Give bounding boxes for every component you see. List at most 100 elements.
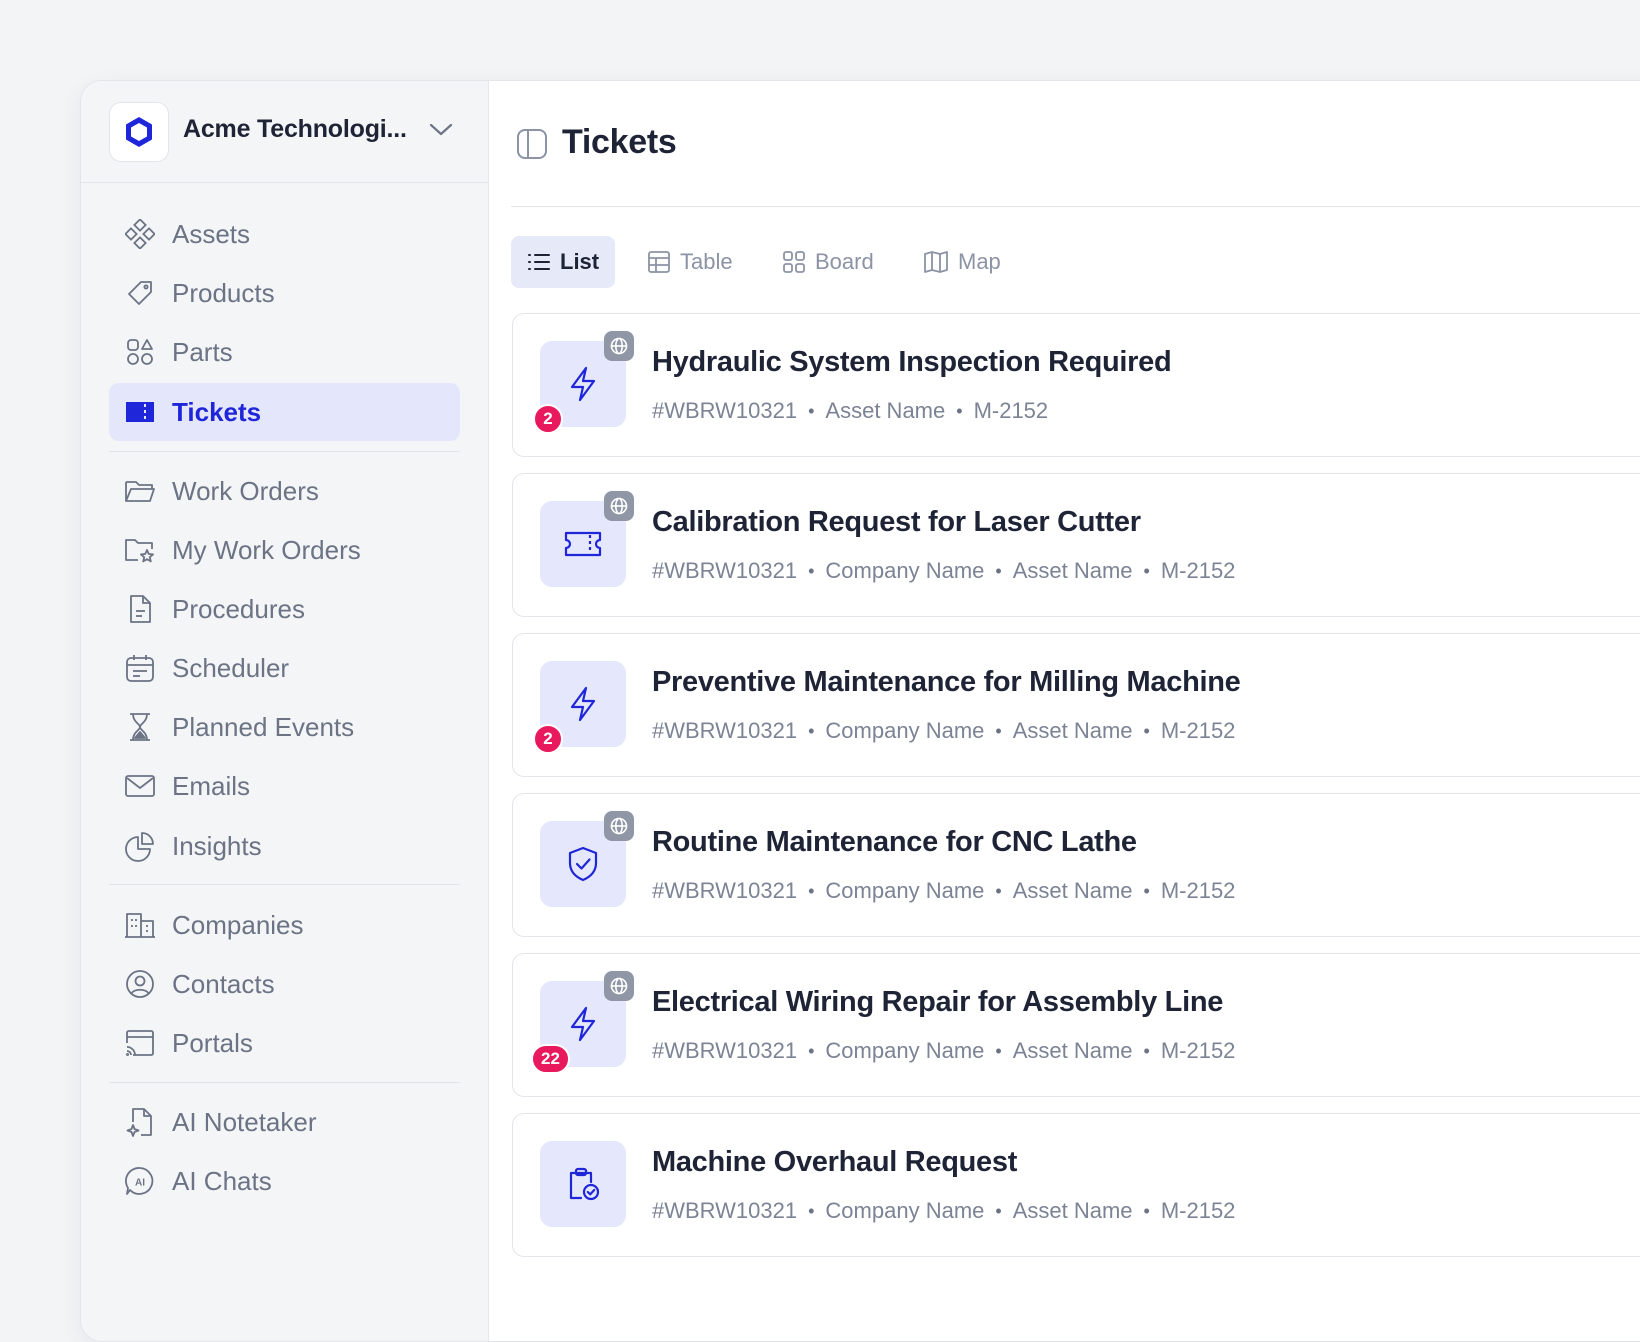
sidebar-item-work-orders[interactable]: Work Orders bbox=[109, 462, 460, 520]
ticket-meta: #WBRW10321 • Company Name • Asset Name • M-215… bbox=[652, 1198, 1235, 1224]
ticket-title[interactable]: Routine Maintenance for CNC Lathe bbox=[652, 826, 1137, 859]
ai-document-icon bbox=[123, 1105, 157, 1139]
sidebar-item-companies[interactable]: Companies bbox=[109, 896, 460, 954]
count-badge: 2 bbox=[533, 404, 563, 434]
sidebar-item-products[interactable]: Products bbox=[109, 264, 460, 322]
ticket-id: #WBRW10321 bbox=[652, 1198, 798, 1223]
org-switcher[interactable]: Acme Technologi... bbox=[81, 81, 488, 183]
page-title: Tickets bbox=[562, 123, 677, 161]
ticket-id: #WBRW10321 bbox=[652, 558, 798, 583]
map-icon bbox=[923, 250, 949, 274]
ticket-code: M-2152 bbox=[973, 398, 1049, 423]
tab-label: Board bbox=[815, 249, 874, 274]
sidebar-item-label: Scheduler bbox=[172, 652, 290, 683]
ticket-id: #WBRW10321 bbox=[652, 398, 798, 423]
sidebar-divider bbox=[109, 1082, 460, 1083]
calendar-icon bbox=[123, 651, 157, 685]
ticket-card[interactable]: 22 Electrical Wiring Repair for Assembly … bbox=[512, 953, 1640, 1097]
sidebar-item-parts[interactable]: Parts bbox=[109, 323, 460, 381]
sidebar-item-label: Contacts bbox=[172, 968, 275, 999]
hourglass-icon bbox=[123, 710, 157, 744]
tab-board[interactable]: Board bbox=[782, 236, 874, 288]
sidebar-toggle-icon[interactable] bbox=[515, 127, 549, 166]
sidebar-item-label: Parts bbox=[172, 336, 233, 367]
count-badge: 2 bbox=[533, 724, 563, 754]
separator-dot: • bbox=[1143, 560, 1150, 581]
sidebar-item-portals[interactable]: Portals bbox=[109, 1014, 460, 1072]
separator-dot: • bbox=[808, 1200, 815, 1221]
ticket-id: #WBRW10321 bbox=[652, 1038, 798, 1063]
tab-map[interactable]: Map bbox=[923, 236, 1001, 288]
list-icon bbox=[527, 251, 551, 273]
folder-star-icon bbox=[123, 533, 157, 567]
sidebar-item-ai-notetaker[interactable]: AI Notetaker bbox=[109, 1093, 460, 1151]
ticket-meta: #WBRW10321 • Company Name • Asset Name • M-215… bbox=[652, 878, 1235, 904]
separator-dot: • bbox=[995, 720, 1002, 741]
sidebar-item-label: AI Notetaker bbox=[172, 1106, 317, 1137]
sidebar-item-contacts[interactable]: Contacts bbox=[109, 955, 460, 1013]
tab-label: Map bbox=[958, 249, 1001, 274]
ticket-title[interactable]: Hydraulic System Inspection Required bbox=[652, 346, 1172, 379]
separator-dot: • bbox=[995, 1040, 1002, 1061]
sidebar-item-ai-chats[interactable]: AI AI Chats bbox=[109, 1152, 460, 1210]
sidebar-item-insights[interactable]: Insights bbox=[109, 817, 460, 875]
separator-dot: • bbox=[808, 560, 815, 581]
clipboard-check-icon bbox=[540, 1141, 626, 1227]
ticket-card[interactable]: 2 Hydraulic System Inspection Required #WB… bbox=[512, 313, 1640, 457]
separator-dot: • bbox=[995, 560, 1002, 581]
ticket-title[interactable]: Preventive Maintenance for Milling Machi… bbox=[652, 666, 1241, 699]
ticket-asset: Asset Name bbox=[825, 398, 946, 423]
tab-label: Table bbox=[680, 249, 733, 274]
ticket-code: M-2152 bbox=[1160, 878, 1236, 903]
globe-icon bbox=[604, 811, 634, 841]
ticket-card[interactable]: Machine Overhaul Request #WBRW10321 • Compa… bbox=[512, 1113, 1640, 1257]
ticket-title[interactable]: Machine Overhaul Request bbox=[652, 1146, 1017, 1179]
tab-label: List bbox=[560, 249, 600, 274]
ticket-title[interactable]: Calibration Request for Laser Cutter bbox=[652, 506, 1141, 539]
assets-icon bbox=[123, 217, 157, 251]
sidebar-item-assets[interactable]: Assets bbox=[109, 205, 460, 263]
ticket-asset: Asset Name bbox=[1012, 1038, 1133, 1063]
ticket-card[interactable]: Routine Maintenance for CNC Lathe #WBRW10… bbox=[512, 793, 1640, 937]
ticket-code: M-2152 bbox=[1160, 558, 1236, 583]
ticket-company: Company Name bbox=[825, 718, 985, 743]
sidebar-item-label: Emails bbox=[172, 770, 251, 801]
sidebar-item-procedures[interactable]: Procedures bbox=[109, 580, 460, 638]
ticket-meta: #WBRW10321 • Company Name • Asset Name • M-215… bbox=[652, 718, 1235, 744]
ticket-title[interactable]: Electrical Wiring Repair for Assembly Li… bbox=[652, 986, 1223, 1019]
ticket-code: M-2152 bbox=[1160, 718, 1236, 743]
org-name: Acme Technologi... bbox=[183, 115, 407, 143]
sidebar-item-planned-events[interactable]: Planned Events bbox=[109, 698, 460, 756]
separator-dot: • bbox=[1143, 720, 1150, 741]
grid-icon bbox=[782, 250, 806, 274]
sidebar-item-label: Assets bbox=[172, 218, 251, 249]
header-divider bbox=[511, 206, 1640, 207]
sidebar-item-scheduler[interactable]: Scheduler bbox=[109, 639, 460, 697]
ticket-card[interactable]: 2 Preventive Maintenance for Milling Mach… bbox=[512, 633, 1640, 777]
sidebar-item-label: Procedures bbox=[172, 593, 305, 624]
ticket-meta: #WBRW10321 • Company Name • Asset Name • M-215… bbox=[652, 1038, 1235, 1064]
tab-list[interactable]: List bbox=[511, 236, 616, 288]
tab-table[interactable]: Table bbox=[647, 236, 733, 288]
app-window: Acme Technologi... Assets Products Parts… bbox=[80, 80, 1640, 1342]
pie-chart-icon bbox=[123, 829, 157, 863]
chevron-down-icon[interactable] bbox=[427, 119, 455, 144]
tag-icon bbox=[123, 276, 157, 310]
sidebar-divider bbox=[109, 884, 460, 885]
separator-dot: • bbox=[808, 400, 815, 421]
separator-dot: • bbox=[808, 880, 815, 901]
sidebar-item-tickets[interactable]: Tickets bbox=[109, 383, 460, 441]
ticket-company: Company Name bbox=[825, 1038, 985, 1063]
sidebar-item-label: Products bbox=[172, 277, 275, 308]
svg-text:AI: AI bbox=[135, 1178, 145, 1189]
separator-dot: • bbox=[995, 1200, 1002, 1221]
parts-icon bbox=[123, 335, 157, 369]
org-logo-icon bbox=[109, 102, 169, 162]
sidebar-item-my-work-orders[interactable]: My Work Orders bbox=[109, 521, 460, 579]
globe-icon bbox=[604, 971, 634, 1001]
ticket-card[interactable]: Calibration Request for Laser Cutter #WBR… bbox=[512, 473, 1640, 617]
sidebar-item-label: Work Orders bbox=[172, 475, 319, 506]
sidebar-item-emails[interactable]: Emails bbox=[109, 757, 460, 815]
sidebar-divider bbox=[109, 451, 460, 452]
separator-dot: • bbox=[1143, 1200, 1150, 1221]
